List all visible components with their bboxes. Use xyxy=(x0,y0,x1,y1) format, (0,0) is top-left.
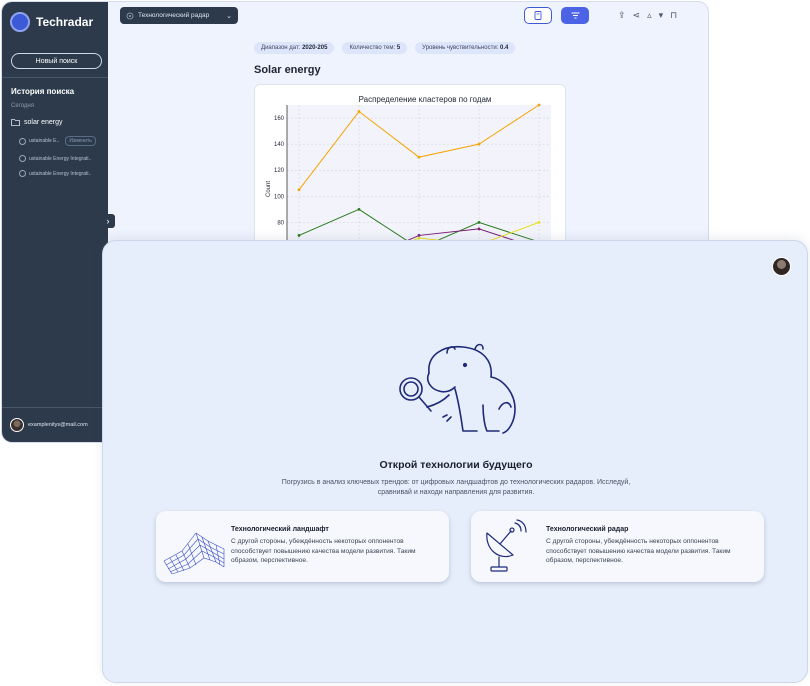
history-item-label: ustainable E.. xyxy=(29,138,60,144)
data-point xyxy=(537,103,541,107)
user-profile[interactable]: examplenitys@mail.com xyxy=(10,418,88,432)
rename-button[interactable]: Изменить xyxy=(65,136,96,146)
landscape-card-text: С другой стороны, убеждённость некоторых… xyxy=(231,538,416,565)
thumbs-down-icon[interactable]: ▾ xyxy=(659,10,664,21)
data-point xyxy=(357,207,361,211)
parameter-chips: Диапазон дат: 2020-205 Количество тем: 5… xyxy=(254,42,516,54)
link-icon[interactable]: ⋖ xyxy=(633,10,641,21)
sidebar-divider xyxy=(2,77,108,78)
landscape-mesh-icon xyxy=(163,532,225,575)
top-bar: Технологический радар ⌄ ⇪ ⋖ ▵ ▾ ⊓ xyxy=(108,2,708,30)
y-tick-label: 160 xyxy=(274,116,285,122)
y-tick-label: 80 xyxy=(277,220,284,226)
data-point xyxy=(357,110,361,113)
data-point xyxy=(417,234,421,237)
welcome-title: Открой технологии будущего xyxy=(379,459,533,471)
history-item-icon xyxy=(19,155,26,162)
chart-title: Распределение кластеров по годам xyxy=(359,95,492,104)
topics-count-chip: Количество тем: 5 xyxy=(342,42,408,54)
filter-icon xyxy=(571,12,579,19)
data-point xyxy=(477,142,481,146)
chip-value: 0.4 xyxy=(500,45,509,51)
thumbs-up-icon[interactable]: ▵ xyxy=(647,10,652,21)
history-item[interactable]: ustainable Energy Integrati.. xyxy=(19,155,91,162)
chart-card: Распределение кластеров по годам Count 6… xyxy=(254,84,566,266)
share-icon[interactable]: ⇪ xyxy=(618,10,626,21)
page-title: Solar energy xyxy=(254,64,321,76)
data-point xyxy=(477,227,481,231)
collapse-sidebar-button[interactable]: › xyxy=(101,214,115,228)
filter-button[interactable] xyxy=(561,7,589,24)
data-point xyxy=(297,234,301,237)
chip-label: Диапазон дат: xyxy=(261,45,301,51)
line-chart: Распределение кластеров по годам Count 6… xyxy=(266,95,551,266)
new-search-button[interactable]: Новый поиск xyxy=(11,53,102,69)
radar-card[interactable]: Технологический радар С другой стороны, … xyxy=(471,511,764,582)
data-point xyxy=(297,188,301,192)
folder-icon xyxy=(11,119,20,126)
data-point xyxy=(537,220,541,224)
satellite-dish-icon xyxy=(486,519,527,572)
chip-label: Уровень чувствительности: xyxy=(422,45,499,51)
user-email: examplenitys@mail.com xyxy=(28,422,88,428)
radar-icon xyxy=(126,12,134,19)
y-tick-label: 140 xyxy=(274,142,285,148)
data-point xyxy=(477,220,481,224)
history-project[interactable]: solar energy xyxy=(11,118,63,126)
module-select[interactable]: Технологический радар ⌄ xyxy=(120,7,238,24)
history-project-label: solar energy xyxy=(24,118,63,126)
sidebar-divider xyxy=(2,407,108,408)
history-item-icon xyxy=(19,170,26,177)
bookmark-icon[interactable]: ⊓ xyxy=(670,10,677,21)
data-point xyxy=(417,155,421,159)
chevron-right-icon: › xyxy=(106,216,110,226)
app-name: Techradar xyxy=(36,15,94,29)
sidebar: Techradar Новый поиск История поиска Сег… xyxy=(2,2,108,442)
history-date-group: Сегодня xyxy=(11,103,34,109)
landscape-card-title: Технологический ландшафт xyxy=(231,526,329,533)
welcome-panel: Открой технологии будущего Погрузись в а… xyxy=(102,240,808,683)
history-item[interactable]: ustainable Energy Integrati.. xyxy=(19,170,91,177)
logo-icon xyxy=(10,12,30,32)
capybara-magnifier-illustration xyxy=(399,343,516,434)
chart-y-axis-label: Count xyxy=(266,181,272,197)
history-item-label: ustainable Energy Integrati.. xyxy=(29,155,92,162)
sensitivity-chip: Уровень чувствительности: 0.4 xyxy=(415,42,516,54)
history-item[interactable]: ustainable E.. Изменить xyxy=(19,136,96,146)
module-select-value: Технологический радар xyxy=(138,12,210,19)
history-item-label: ustainable Energy Integrati.. xyxy=(29,170,92,177)
document-button[interactable] xyxy=(524,7,552,24)
history-item-icon xyxy=(19,137,26,145)
avatar xyxy=(10,418,24,432)
y-tick-label: 100 xyxy=(274,194,285,200)
action-icons: ⇪ ⋖ ▵ ▾ ⊓ xyxy=(618,10,677,21)
welcome-description: Погрузись в анализ ключевых трендов: от … xyxy=(281,479,631,496)
avatar[interactable] xyxy=(772,257,791,276)
history-title: История поиска xyxy=(11,87,75,96)
landscape-card[interactable]: Технологический ландшафт С другой сторон… xyxy=(156,511,449,582)
radar-card-title: Технологический радар xyxy=(546,526,629,533)
y-tick-label: 120 xyxy=(274,168,285,174)
chip-value: 5 xyxy=(396,45,401,51)
chip-value: 2020-205 xyxy=(302,45,328,51)
date-range-chip: Диапазон дат: 2020-205 xyxy=(254,42,335,54)
chip-label: Количество тем: xyxy=(349,45,396,51)
chevron-down-icon: ⌄ xyxy=(226,12,232,20)
logo[interactable]: Techradar xyxy=(10,12,93,32)
radar-card-text: С другой стороны, убеждённость некоторых… xyxy=(546,538,731,565)
document-icon xyxy=(534,11,542,20)
